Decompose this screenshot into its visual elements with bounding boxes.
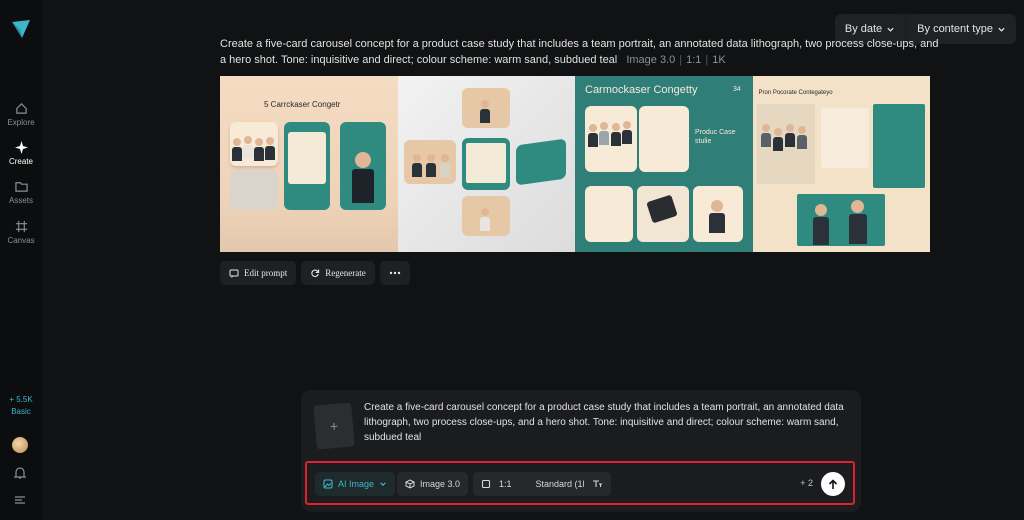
image-text: 5 Carrckaser Congetr <box>264 100 341 109</box>
sidebar-item-label: Explore <box>7 118 35 127</box>
edit-prompt-button[interactable]: Edit prompt <box>220 261 297 285</box>
image-panel <box>230 122 278 166</box>
button-label: Edit prompt <box>244 268 288 278</box>
model-tag: Image 3.0 <box>626 54 676 66</box>
button-label: Regenerate <box>325 268 366 278</box>
more-icon <box>389 271 400 275</box>
credits-amount: + 5.5K <box>9 395 33 404</box>
size-select[interactable]: 1:1 Standard (1K) <box>473 472 600 496</box>
extra-count: + 2 <box>800 478 813 488</box>
canvas-icon <box>15 220 27 233</box>
sparkle-icon <box>14 141 28 154</box>
image-panel <box>461 138 510 190</box>
sidebar-item-label: Create <box>8 157 33 166</box>
send-button[interactable] <box>821 472 845 496</box>
image-panel <box>820 108 869 168</box>
ratio-tag: 1:1 <box>686 54 702 66</box>
result-prompt: Create a five-card carousel concept for … <box>220 38 939 66</box>
plus-icon: + <box>329 417 339 435</box>
chevron-down-icon <box>887 27 894 32</box>
image-panel <box>693 186 743 242</box>
home-icon <box>15 103 27 114</box>
image-panel <box>461 88 510 128</box>
image-panel <box>639 106 689 172</box>
folder-icon <box>14 182 28 192</box>
filter-label: By content type <box>917 23 993 35</box>
result-gallery: 5 Carrckaser Congetr Carmockaser Congett… <box>220 76 930 252</box>
prompt-composer: + Create a five-card carousel concept fo… <box>301 390 861 512</box>
sidebar-item-canvas[interactable]: Canvas <box>0 220 42 245</box>
cube-icon <box>405 479 415 489</box>
result-image-4[interactable]: Pron Pocorate Contegateyo <box>752 76 930 252</box>
image-panel <box>585 106 637 172</box>
plan-label: Basic <box>11 407 31 416</box>
avatar[interactable] <box>12 437 28 453</box>
prompt-options-button[interactable] <box>584 472 611 496</box>
image-panel <box>872 104 925 188</box>
prompt-input[interactable]: Create a five-card carousel concept for … <box>364 400 844 445</box>
more-options-button[interactable] <box>379 261 410 285</box>
image-panel <box>796 194 885 246</box>
image-text: Pron Pocorate Contegateyo <box>758 90 833 96</box>
result-actions: Edit prompt Regenerate <box>220 261 410 285</box>
text-format-icon <box>593 480 602 487</box>
result-image-1[interactable]: 5 Carrckaser Congetr <box>220 76 398 252</box>
mode-label: AI Image <box>338 479 375 489</box>
resolution-tag: 1K <box>712 54 726 66</box>
image-panel <box>230 170 278 210</box>
sidebar-item-assets[interactable]: Assets <box>0 180 42 205</box>
mode-select[interactable]: AI Image <box>315 472 396 496</box>
edit-icon <box>229 269 239 278</box>
bell-icon[interactable] <box>13 466 27 480</box>
sidebar-item-create[interactable]: Create <box>0 141 42 166</box>
menu-icon[interactable] <box>14 495 26 505</box>
sidebar-item-explore[interactable]: Explore <box>0 102 42 127</box>
sidebar: Explore Create Assets Canvas + 5.5K Basi… <box>0 0 42 520</box>
image-panel <box>340 122 386 210</box>
sidebar-item-label: Assets <box>8 196 33 205</box>
aspect-ratio-icon <box>481 479 491 489</box>
image-panel <box>637 186 689 242</box>
model-select[interactable]: Image 3.0 <box>397 472 469 496</box>
sidebar-item-label: Canvas <box>7 236 35 245</box>
chevron-down-icon <box>998 27 1005 32</box>
image-text: Produc Case stulie <box>695 129 736 145</box>
arrow-up-icon <box>828 478 838 489</box>
image-panel <box>461 196 510 236</box>
model-label: Image 3.0 <box>420 479 461 489</box>
regenerate-button[interactable]: Regenerate <box>301 261 375 285</box>
result-image-3[interactable]: Carmockaser Congetty 34 Produc Case stul… <box>575 76 753 252</box>
image-panel <box>585 186 633 242</box>
composer-toolbar: AI Image Image 3.0 1:1 Standard (1K) + 2 <box>305 461 855 505</box>
image-panel <box>515 138 566 186</box>
add-reference-image-button[interactable]: + <box>313 402 355 450</box>
prompt-body: Create a five-card carousel concept for … <box>220 38 939 66</box>
refresh-icon <box>311 269 320 278</box>
chevron-down-icon <box>380 482 386 486</box>
ratio-label: 1:1 <box>499 479 512 489</box>
image-icon <box>323 479 333 489</box>
image-panel <box>284 122 330 210</box>
result-image-2[interactable] <box>397 76 575 252</box>
filter-label: By date <box>844 23 883 35</box>
logo-icon[interactable] <box>10 18 32 40</box>
image-panel <box>756 104 815 184</box>
image-panel <box>403 140 456 184</box>
image-text: 34 <box>733 86 741 93</box>
image-text: Carmockaser Congetty <box>585 84 698 96</box>
credits-badge[interactable]: + 5.5K Basic <box>0 394 42 418</box>
